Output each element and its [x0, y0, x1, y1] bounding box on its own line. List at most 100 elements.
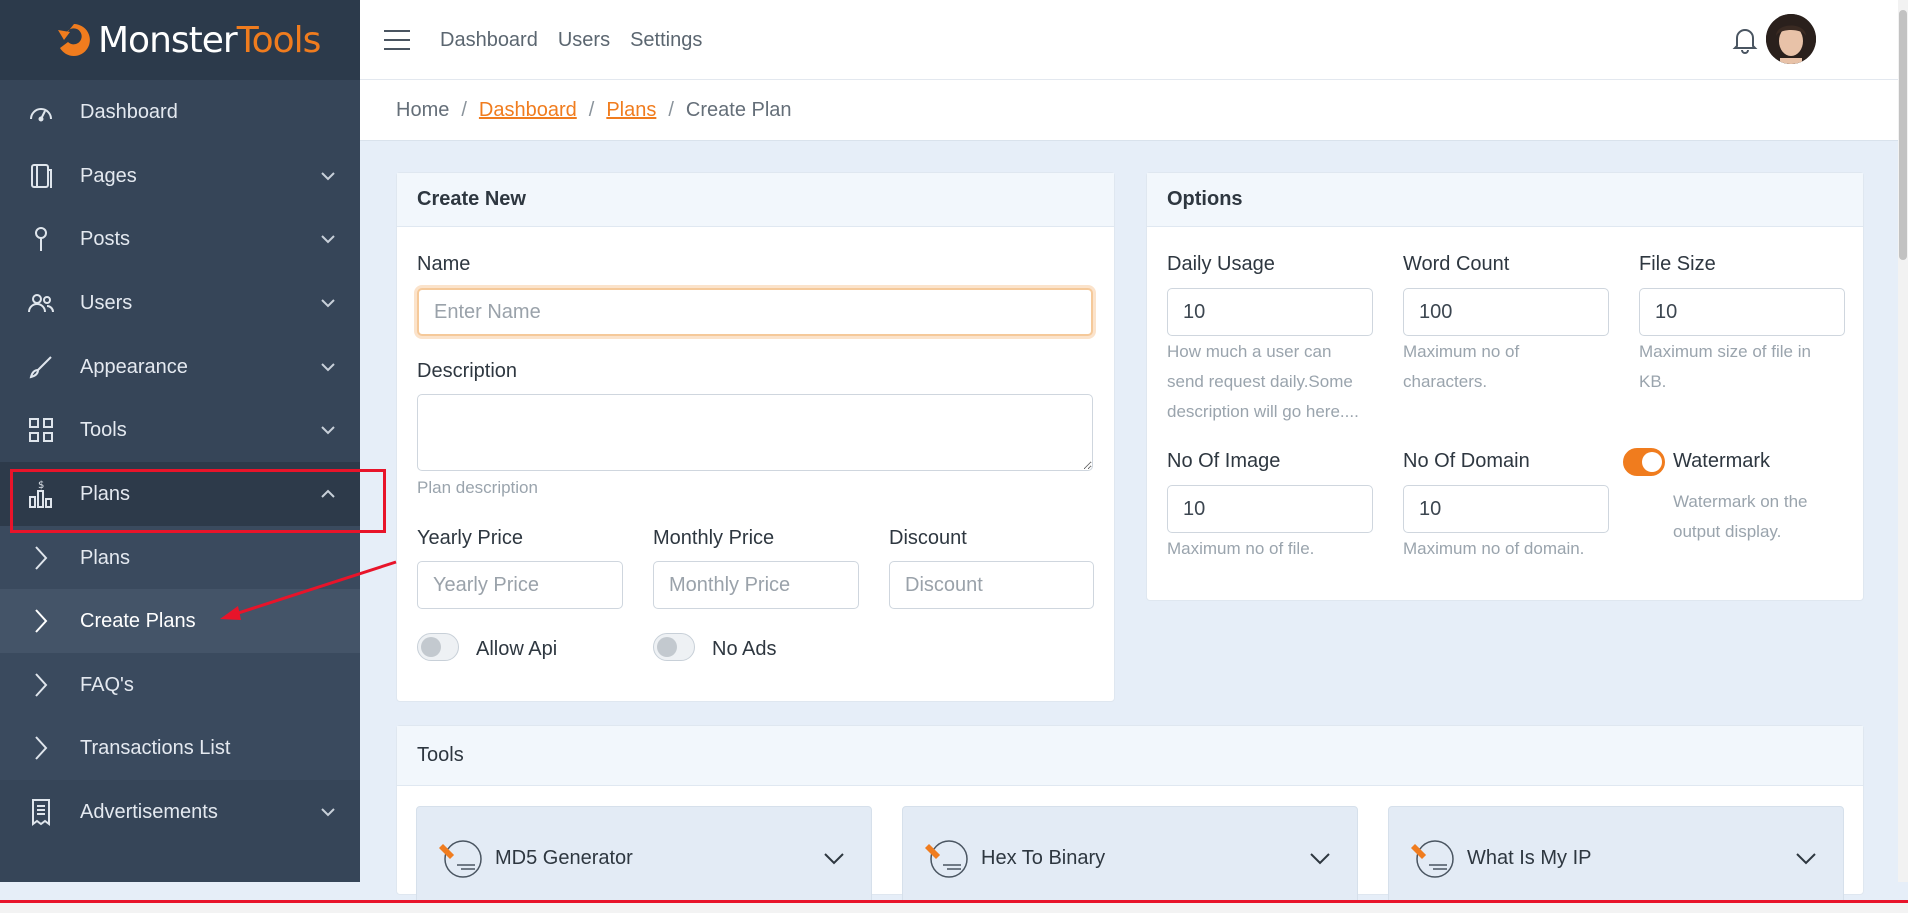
- brand-logo[interactable]: MonsterTools: [0, 0, 360, 80]
- sidebar-item-label: Plans: [80, 482, 131, 505]
- word-count-input[interactable]: [1403, 288, 1609, 336]
- file-size-input[interactable]: [1639, 288, 1845, 336]
- sidebar-item-label: Pages: [80, 164, 137, 187]
- daily-usage-input[interactable]: [1167, 288, 1373, 336]
- no-of-image-label: No Of Image: [1167, 450, 1281, 472]
- grid-icon: [26, 415, 56, 445]
- monthly-price-input[interactable]: [653, 561, 859, 609]
- yearly-price-label: Yearly Price: [417, 527, 523, 549]
- sidebar-item-posts[interactable]: Posts: [0, 207, 360, 271]
- breadcrumb-plans[interactable]: Plans: [606, 99, 656, 122]
- sidebar-subitem-transactions-list[interactable]: Transactions List: [0, 716, 360, 780]
- options-card: Options Daily Usage How much a user cans…: [1146, 172, 1864, 601]
- chevron-right-icon: [26, 606, 56, 636]
- name-input[interactable]: [417, 288, 1093, 336]
- sidebar-subitem-faqs[interactable]: FAQ's: [0, 653, 360, 717]
- top-link-settings[interactable]: Settings: [630, 29, 702, 52]
- file-size-label: File Size: [1639, 253, 1716, 275]
- description-label: Description: [417, 360, 518, 382]
- chevron-down-icon: [321, 172, 335, 181]
- top-nav: Dashboard Users Settings: [440, 0, 702, 80]
- bottom-taskbar-strip: [0, 900, 1908, 913]
- card-title: Create New: [397, 173, 1114, 227]
- no-of-image-input[interactable]: [1167, 485, 1373, 533]
- svg-text:$: $: [38, 480, 44, 491]
- brand-name: MonsterTools: [98, 19, 321, 61]
- no-of-domain-help: Maximum no of domain.: [1403, 539, 1585, 558]
- breadcrumb-dashboard[interactable]: Dashboard: [479, 99, 577, 122]
- breadcrumb-separator: /: [588, 98, 595, 121]
- word-count-label: Word Count: [1403, 253, 1510, 275]
- plans-icon: $: [26, 479, 56, 509]
- sidebar-subitem-plans[interactable]: Plans: [0, 526, 360, 590]
- avatar-image: [1766, 14, 1816, 64]
- monthly-price-label: Monthly Price: [653, 527, 775, 549]
- no-ads-label: No Ads: [712, 638, 777, 660]
- chevron-down-icon: [321, 299, 335, 308]
- chevron-right-icon: [26, 670, 56, 700]
- card-title: Tools: [397, 726, 1863, 786]
- sidebar-item-advertisements[interactable]: Advertisements: [0, 780, 360, 844]
- description-textarea[interactable]: [417, 394, 1093, 471]
- tool-card-what-is-my-ip[interactable]: What Is My IP: [1388, 806, 1844, 906]
- avatar[interactable]: [1766, 14, 1816, 64]
- watermark-toggle[interactable]: [1623, 448, 1665, 476]
- brush-icon: [26, 352, 56, 382]
- bell-icon[interactable]: [1732, 26, 1758, 54]
- sidebar-item-pages[interactable]: Pages: [0, 144, 360, 208]
- tool-card-hex-to-binary[interactable]: Hex To Binary: [902, 806, 1358, 906]
- chevron-down-icon[interactable]: [821, 845, 847, 871]
- top-link-dashboard[interactable]: Dashboard: [440, 29, 538, 52]
- sidebar-item-plans[interactable]: $ Plans: [0, 462, 360, 526]
- sidebar-item-label: Create Plans: [80, 609, 196, 632]
- edit-tool-icon: [925, 840, 968, 878]
- tool-name: Hex To Binary: [981, 847, 1106, 869]
- chevron-down-icon[interactable]: [1793, 845, 1819, 871]
- sidebar-item-label: FAQ's: [80, 673, 134, 696]
- word-count-help: Maximum no of characters.: [1403, 342, 1520, 391]
- sidebar-item-tools[interactable]: Tools: [0, 398, 360, 462]
- pages-icon: [26, 161, 56, 191]
- no-of-domain-input[interactable]: [1403, 485, 1609, 533]
- no-of-domain-label: No Of Domain: [1403, 450, 1530, 472]
- file-size-help: Maximum size of file in KB.: [1639, 342, 1811, 391]
- chevron-down-icon: [321, 363, 335, 372]
- sidebar-item-label: Advertisements: [80, 800, 218, 823]
- sidebar-item-label: Plans: [80, 546, 131, 569]
- allow-api-label: Allow Api: [476, 638, 558, 660]
- top-link-users[interactable]: Users: [558, 29, 610, 52]
- breadcrumb-current: Create Plan: [685, 98, 792, 121]
- sidebar-item-label: Posts: [80, 227, 131, 250]
- menu-icon[interactable]: [384, 30, 410, 50]
- sidebar-item-dashboard[interactable]: Dashboard: [0, 80, 360, 144]
- no-ads-toggle[interactable]: [653, 633, 695, 661]
- card-title: Options: [1147, 173, 1863, 227]
- discount-input[interactable]: [889, 561, 1094, 609]
- gauge-icon: [26, 97, 56, 127]
- description-help: Plan description: [417, 478, 538, 497]
- chevron-down-icon[interactable]: [1307, 845, 1333, 871]
- daily-usage-label: Daily Usage: [1167, 253, 1275, 275]
- pin-icon: [26, 224, 56, 254]
- sidebar-item-appearance[interactable]: Appearance: [0, 335, 360, 399]
- watermark-label: Watermark: [1673, 450, 1771, 472]
- allow-api-toggle[interactable]: [417, 633, 459, 661]
- tool-name: What Is My IP: [1467, 847, 1592, 869]
- discount-label: Discount: [889, 527, 967, 549]
- tool-card-md5-generator[interactable]: MD5 Generator: [416, 806, 872, 906]
- sidebar-subitem-create-plans[interactable]: Create Plans: [0, 589, 360, 653]
- breadcrumb-home[interactable]: Home: [396, 99, 449, 122]
- breadcrumb-separator: /: [668, 98, 674, 121]
- topbar: Dashboard Users Settings: [360, 0, 1908, 80]
- breadcrumb: Home / Dashboard / Plans / Create Plan: [360, 80, 1908, 141]
- page-scrollbar[interactable]: [1898, 0, 1908, 882]
- chevron-down-icon: [321, 235, 335, 244]
- users-icon: [26, 288, 56, 318]
- sidebar-item-label: Dashboard: [80, 100, 178, 123]
- sidebar-item-label: Appearance: [80, 355, 188, 378]
- sidebar-item-label: Users: [80, 291, 133, 314]
- sidebar-item-label: Tools: [80, 418, 127, 441]
- edit-tool-icon: [439, 840, 482, 878]
- yearly-price-input[interactable]: [417, 561, 623, 609]
- sidebar-item-users[interactable]: Users: [0, 271, 360, 335]
